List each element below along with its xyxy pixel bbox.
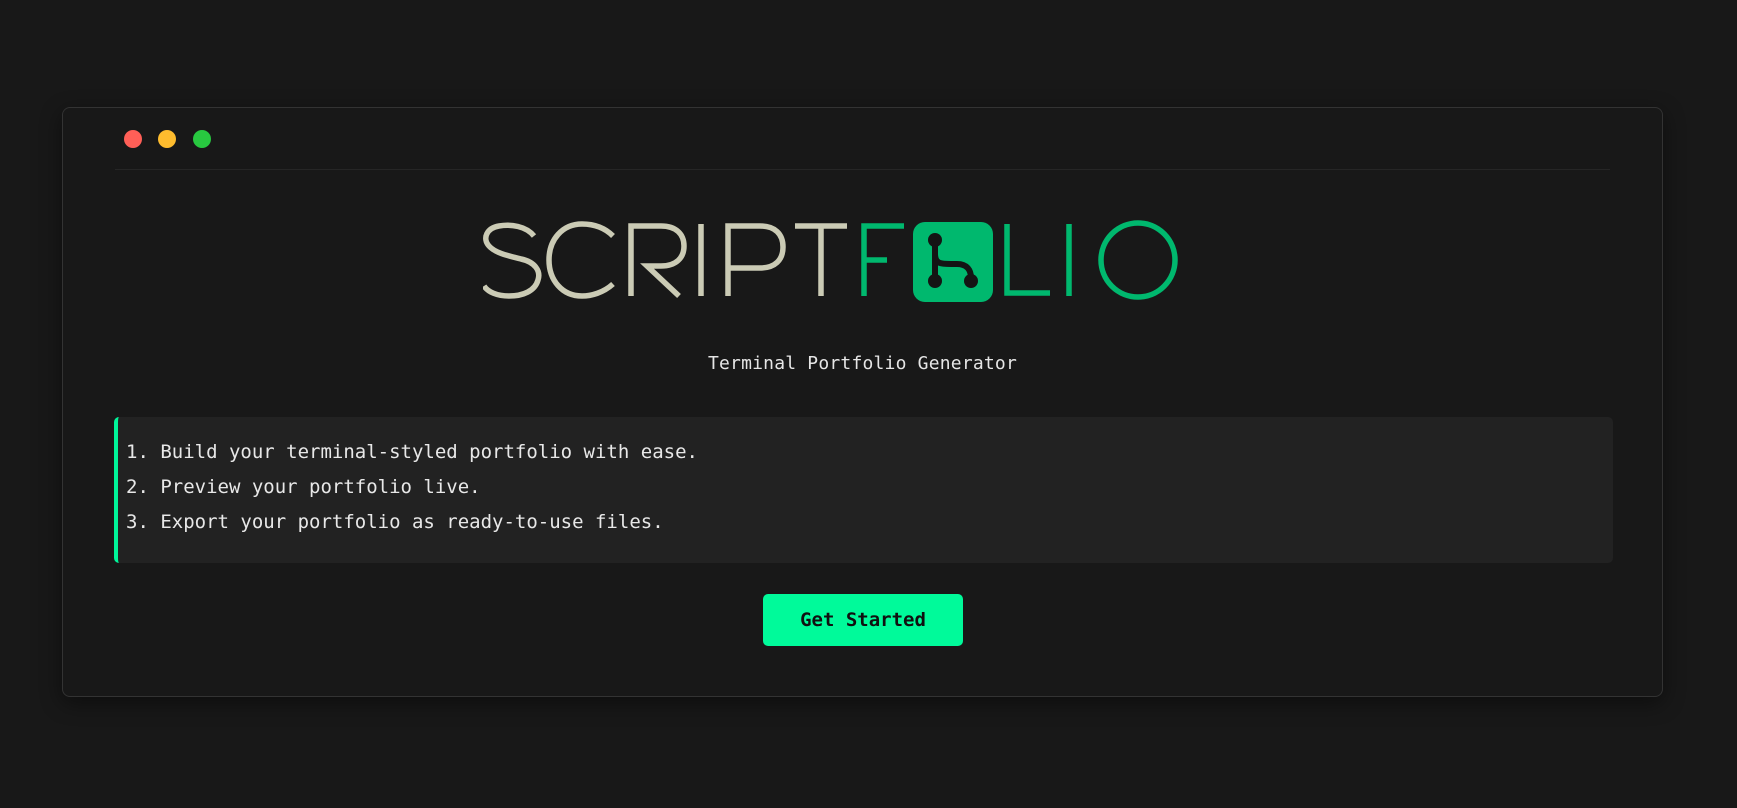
page-subtitle: Terminal Portfolio Generator [707,353,1018,374]
minimize-window-button[interactable] [158,130,176,148]
window-titlebar [115,108,1610,170]
maximize-window-button[interactable] [193,130,211,148]
scriptfolio-logo-wordmark [482,220,1178,302]
steps-panel: 1. Build your terminal-styled portfolio … [114,417,1613,563]
list-item: 2. Preview your portfolio live. [126,476,481,498]
terminal-window: Terminal Portfolio Generator 1. Build yo… [62,107,1663,697]
list-item: 3. Export your portfolio as ready-to-use… [126,511,664,533]
git-branch-icon [912,222,993,302]
scriptfolio-logo [63,218,1662,308]
close-window-button[interactable] [124,130,142,148]
get-started-button[interactable]: Get Started [763,594,963,646]
list-item: 1. Build your terminal-styled portfolio … [126,441,698,463]
steps-list: 1. Build your terminal-styled portfolio … [126,435,1613,540]
